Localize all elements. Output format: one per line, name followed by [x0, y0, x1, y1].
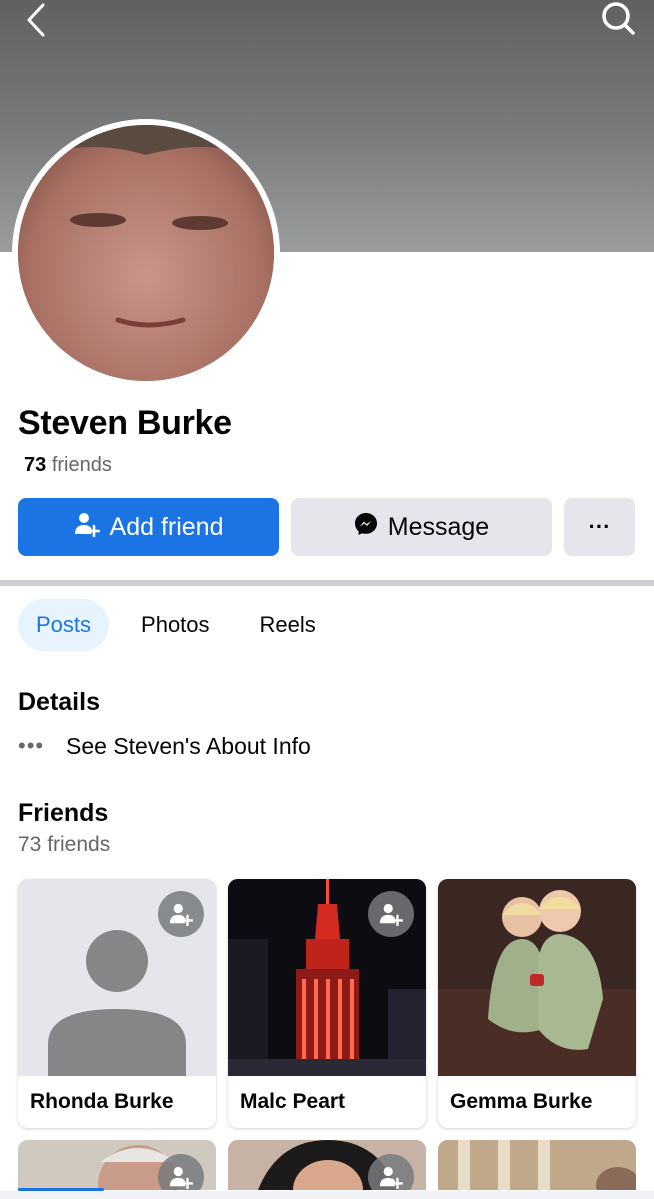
ellipsis-icon: •••: [18, 733, 45, 758]
bottom-nav-bar: [0, 1191, 654, 1199]
friend-card-partial[interactable]: [438, 1140, 636, 1190]
friend-name: Gemma Burke: [450, 1090, 593, 1113]
friend-name: Malc Peart: [240, 1090, 346, 1113]
more-options-button[interactable]: ···: [564, 498, 635, 556]
profile-name: Steven Burke: [18, 404, 232, 442]
add-person-icon: [74, 511, 100, 544]
back-icon[interactable]: [14, 0, 58, 40]
friend-card-partial[interactable]: [228, 1140, 426, 1190]
friends-heading: Friends: [18, 799, 109, 827]
add-friend-label: Add friend: [109, 512, 224, 541]
friend-card-partial[interactable]: [18, 1140, 216, 1190]
add-friend-icon[interactable]: [158, 891, 204, 937]
friend-card[interactable]: Gemma Burke: [438, 879, 636, 1128]
messenger-icon: [354, 512, 378, 543]
friends-count[interactable]: 73 friends: [24, 454, 112, 477]
friend-photo: [228, 879, 426, 1076]
about-info-link[interactable]: ••• See Steven's About Info: [18, 728, 311, 764]
tab-reels[interactable]: Reels: [242, 599, 334, 651]
tab-photos[interactable]: Photos: [123, 599, 228, 651]
section-divider: [0, 580, 654, 586]
details-heading: Details: [18, 688, 100, 716]
tab-posts[interactable]: Posts: [18, 599, 110, 651]
friends-count-number: 73: [24, 454, 47, 476]
friend-photo-placeholder: [18, 879, 216, 1076]
profile-picture[interactable]: [12, 119, 280, 387]
add-friend-icon[interactable]: [368, 891, 414, 937]
message-button[interactable]: Message: [291, 498, 552, 556]
about-info-label: See Steven's About Info: [66, 732, 311, 759]
friends-count-word: friends: [51, 454, 112, 476]
message-label: Message: [387, 512, 490, 541]
more-icon: ···: [588, 514, 611, 539]
friend-card[interactable]: Malc Peart: [228, 879, 426, 1128]
friend-name: Rhonda Burke: [30, 1090, 174, 1113]
avatar: [18, 125, 274, 381]
friend-card[interactable]: Rhonda Burke: [18, 879, 216, 1128]
profile-tabs: Posts Photos Reels: [18, 599, 348, 651]
add-friend-button[interactable]: Add friend: [18, 498, 279, 556]
friends-subtitle: 73 friends: [18, 833, 111, 856]
friend-photo: [438, 879, 636, 1076]
search-icon[interactable]: [596, 0, 640, 40]
friends-grid: Rhonda Burke Malc Peart Gemma Burke: [18, 879, 636, 1128]
